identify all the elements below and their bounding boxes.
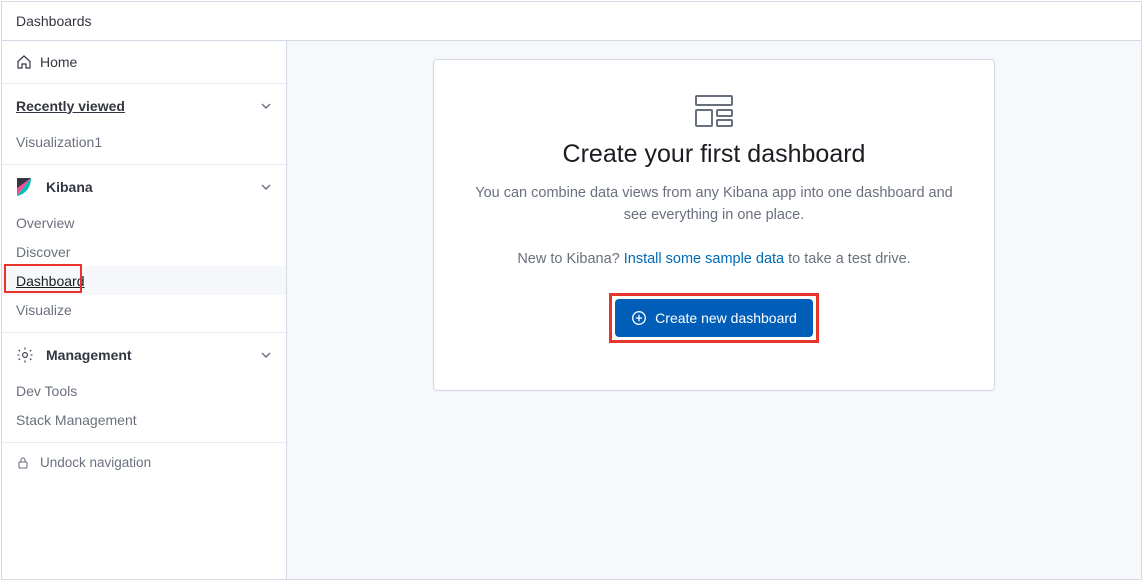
sidebar-item-label: Overview <box>16 215 74 231</box>
app-body: Home Recently viewed Visualization1 <box>2 41 1141 579</box>
sidebar-section-recently-viewed[interactable]: Recently viewed <box>2 83 286 127</box>
sidebar-item-discover[interactable]: Discover <box>2 237 286 266</box>
empty-state-sample-line: New to Kibana? Install some sample data … <box>517 251 910 267</box>
main-content: Create your first dashboard You can comb… <box>287 41 1141 579</box>
kibana-section-label: Kibana <box>46 179 260 195</box>
management-list: Dev Tools Stack Management <box>2 376 286 442</box>
sidebar-home-label: Home <box>40 54 272 70</box>
chevron-down-icon <box>260 100 272 112</box>
breadcrumb-title: Dashboards <box>16 13 92 29</box>
app-frame: Dashboards Home Recently viewed V <box>1 1 1142 580</box>
sidebar-section-kibana[interactable]: Kibana <box>2 164 286 208</box>
sidebar: Home Recently viewed Visualization1 <box>2 41 287 579</box>
sidebar-item-devtools[interactable]: Dev Tools <box>2 376 286 405</box>
sidebar-item-overview[interactable]: Overview <box>2 208 286 237</box>
lock-icon <box>16 456 40 470</box>
kibana-logo-icon <box>16 177 46 197</box>
sidebar-item-visualize[interactable]: Visualize <box>2 295 286 324</box>
sidebar-item-label: Visualize <box>16 302 72 318</box>
create-button-highlight-wrap: Create new dashboard <box>609 293 819 343</box>
dashboard-icon <box>694 94 734 128</box>
recently-viewed-list: Visualization1 <box>2 127 286 164</box>
chevron-down-icon <box>260 181 272 193</box>
empty-state-description: You can combine data views from any Kiba… <box>474 183 954 227</box>
sample-prefix: New to Kibana? <box>517 251 623 267</box>
breadcrumb-bar: Dashboards <box>2 2 1141 41</box>
sidebar-section-management[interactable]: Management <box>2 332 286 376</box>
sidebar-item-dashboard[interactable]: Dashboard <box>2 266 286 295</box>
sidebar-item-label: Discover <box>16 244 70 260</box>
install-sample-data-link[interactable]: Install some sample data <box>624 251 784 267</box>
empty-state-card: Create your first dashboard You can comb… <box>433 59 995 391</box>
create-button-label: Create new dashboard <box>655 310 797 326</box>
kibana-list: Overview Discover Dashboard Visualize <box>2 208 286 332</box>
sidebar-item-stack-management[interactable]: Stack Management <box>2 405 286 434</box>
sample-suffix: to take a test drive. <box>784 251 911 267</box>
empty-state-title: Create your first dashboard <box>563 140 866 169</box>
sidebar-item-dashboard-wrap: Dashboard <box>0 266 286 295</box>
sidebar-item-label: Dashboard <box>16 273 85 289</box>
chevron-down-icon <box>260 349 272 361</box>
gear-icon <box>16 346 46 364</box>
undock-navigation[interactable]: Undock navigation <box>2 442 286 482</box>
sidebar-home[interactable]: Home <box>2 41 286 83</box>
undock-label: Undock navigation <box>40 455 151 470</box>
recently-viewed-label: Recently viewed <box>16 98 260 114</box>
create-new-dashboard-button[interactable]: Create new dashboard <box>615 299 813 337</box>
plus-circle-icon <box>631 310 647 326</box>
recently-viewed-item[interactable]: Visualization1 <box>2 127 286 156</box>
home-icon <box>16 54 40 70</box>
recently-viewed-item-label: Visualization1 <box>16 134 102 150</box>
sidebar-item-label: Stack Management <box>16 412 137 428</box>
management-section-label: Management <box>46 347 260 363</box>
sidebar-item-label: Dev Tools <box>16 383 77 399</box>
